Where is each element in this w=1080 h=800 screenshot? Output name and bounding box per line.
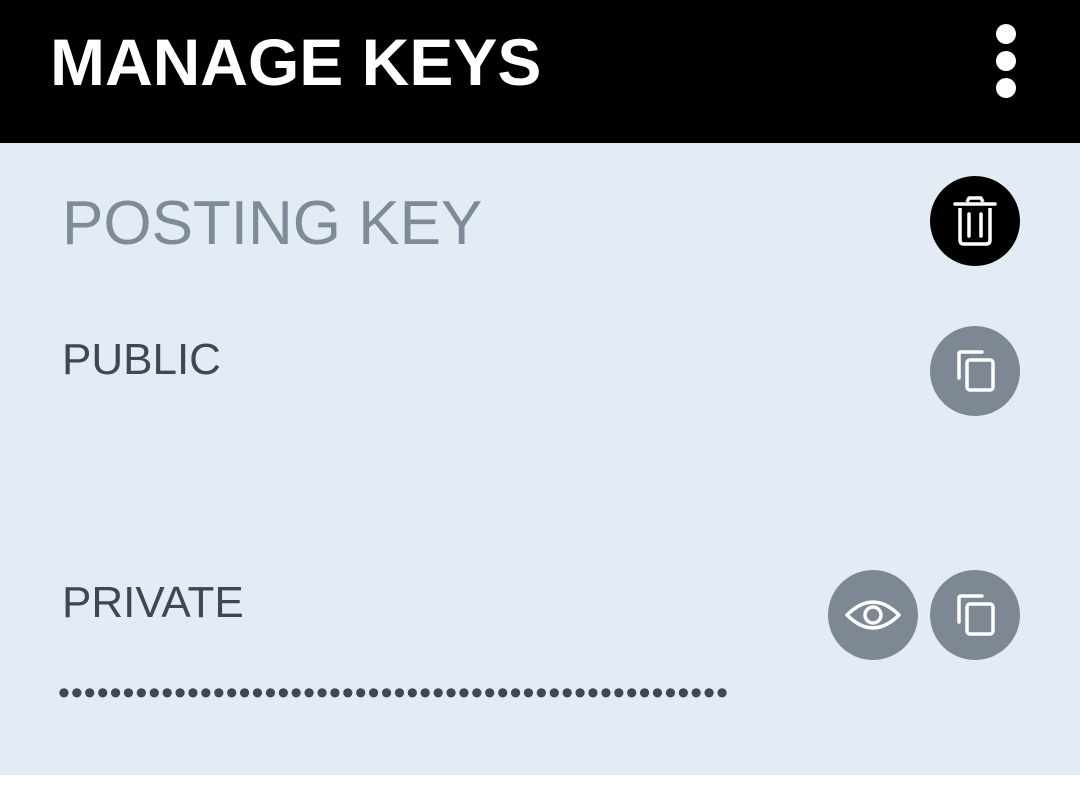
menu-dot	[996, 78, 1016, 98]
eye-icon	[844, 597, 902, 633]
private-key-masked-value: ••••••••••••••••••••••••••••••••••••••••…	[58, 674, 729, 712]
copy-private-key-button[interactable]	[930, 570, 1020, 660]
more-vertical-icon	[996, 24, 1016, 44]
menu-dot	[996, 51, 1016, 71]
reveal-private-key-button[interactable]	[828, 570, 918, 660]
overflow-menu-button[interactable]	[976, 16, 1036, 106]
copy-public-key-button[interactable]	[930, 326, 1020, 416]
public-key-label: PUBLIC	[62, 335, 221, 384]
posting-key-card: POSTING KEY PUBLIC PRIVATE •••••••••••••…	[0, 143, 1080, 775]
key-type-title: POSTING KEY	[62, 189, 483, 258]
app-bar: MANAGE KEYS	[0, 0, 1080, 143]
copy-icon	[952, 592, 998, 638]
page-title: MANAGE KEYS	[50, 25, 542, 99]
copy-icon	[952, 348, 998, 394]
trash-icon	[952, 196, 998, 246]
private-key-label: PRIVATE	[62, 578, 244, 627]
delete-key-button[interactable]	[930, 176, 1020, 266]
